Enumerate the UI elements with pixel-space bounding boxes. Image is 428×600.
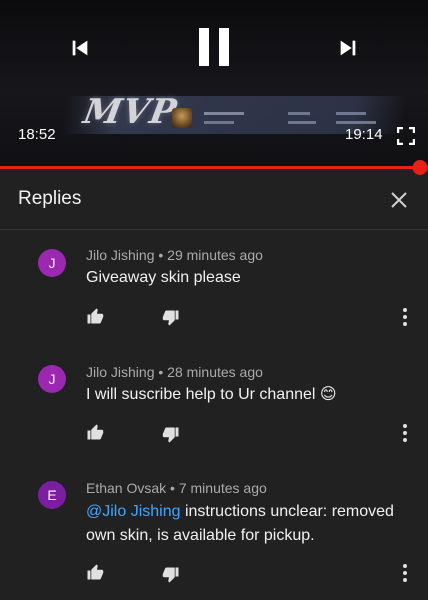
like-button[interactable] — [84, 305, 106, 327]
thumbs-down-icon — [162, 567, 179, 583]
skip-next-icon — [340, 40, 356, 56]
next-button[interactable] — [334, 34, 362, 62]
fullscreen-button[interactable] — [396, 126, 416, 146]
comment-text-content: I will suscribe help to Ur channel — [86, 386, 316, 403]
mention-link[interactable]: @Jilo Jishing — [86, 503, 181, 520]
meta-separator: • — [170, 480, 175, 496]
pause-button[interactable] — [194, 24, 234, 70]
fullscreen-icon — [397, 127, 415, 145]
dislike-button[interactable] — [160, 564, 182, 586]
comment-meta: Jilo Jishing • 29 minutes ago — [86, 247, 263, 263]
skip-previous-icon — [72, 40, 88, 56]
smile-emoji: 😊 — [319, 386, 337, 403]
comment-time: 28 minutes ago — [167, 364, 263, 380]
comment-author[interactable]: Ethan Ovsak — [86, 480, 166, 496]
replies-header: Replies — [0, 169, 428, 230]
comment-meta: Ethan Ovsak • 7 minutes ago — [86, 480, 267, 496]
thumbs-up-icon — [87, 424, 104, 440]
comment-meta: Jilo Jishing • 28 minutes ago — [86, 364, 263, 380]
thumbs-up-icon — [87, 564, 104, 580]
thumbs-down-icon — [162, 427, 179, 443]
mvp-stat-line — [336, 121, 376, 124]
comment-author[interactable]: Jilo Jishing — [86, 364, 154, 380]
mvp-stat-line — [204, 112, 244, 115]
mvp-stat-line — [204, 121, 234, 124]
meta-separator: • — [158, 364, 164, 380]
more-options-button[interactable] — [396, 561, 414, 585]
mvp-overlay-text: MVP — [80, 92, 181, 132]
more-options-button[interactable] — [396, 305, 414, 329]
comment-time: 29 minutes ago — [167, 247, 263, 263]
thumbs-down-icon — [162, 310, 179, 326]
avatar-letter: J — [48, 371, 56, 387]
comment-text: @Jilo Jishing instructions unclear: remo… — [86, 500, 416, 548]
comment-author[interactable]: Jilo Jishing — [86, 247, 154, 263]
total-duration: 19:14 — [345, 126, 383, 143]
dislike-button[interactable] — [160, 307, 182, 329]
close-button[interactable] — [386, 187, 412, 213]
avatar[interactable]: J — [38, 249, 66, 277]
like-button[interactable] — [84, 561, 106, 583]
meta-separator: • — [158, 247, 164, 263]
dislike-button[interactable] — [160, 424, 182, 446]
close-icon — [391, 192, 407, 208]
mvp-stat-line — [288, 112, 310, 115]
thumbs-up-icon — [87, 308, 104, 324]
pause-icon — [199, 28, 229, 66]
mvp-stat-line — [336, 112, 366, 115]
more-vert-icon — [403, 308, 407, 326]
avatar[interactable]: J — [38, 365, 66, 393]
more-vert-icon — [403, 424, 407, 442]
replies-title: Replies — [18, 188, 82, 209]
like-button[interactable] — [84, 421, 106, 443]
mvp-stat-line — [288, 121, 316, 124]
more-options-button[interactable] — [396, 421, 414, 445]
more-vert-icon — [403, 564, 407, 582]
avatar[interactable]: E — [38, 481, 66, 509]
avatar-letter: E — [47, 487, 57, 503]
video-player[interactable]: MVP 18:52 19:14 — [0, 0, 428, 166]
comment-text: Giveaway skin please — [86, 269, 241, 286]
current-time: 18:52 — [18, 126, 56, 143]
previous-button[interactable] — [66, 34, 94, 62]
mvp-hero-portrait — [172, 108, 192, 128]
comment-time: 7 minutes ago — [178, 480, 267, 496]
avatar-letter: J — [48, 255, 56, 271]
comment-text: I will suscribe help to Ur channel 😊 — [86, 383, 416, 407]
